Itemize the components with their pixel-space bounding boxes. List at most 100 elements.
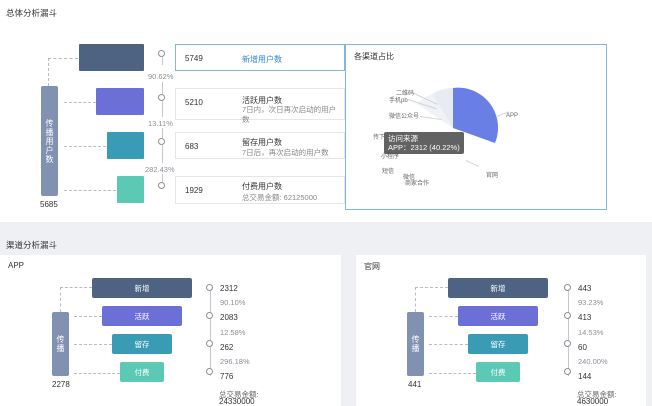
connector	[429, 373, 476, 374]
pie-label: 手机pb	[389, 98, 408, 104]
stage-label: 留存	[490, 339, 506, 349]
propagation-value: 2278	[52, 380, 70, 389]
funnel-bar-retained[interactable]	[107, 132, 144, 159]
conversion-node[interactable]	[206, 368, 213, 375]
conversion-node[interactable]	[206, 312, 213, 319]
conversion-node[interactable]	[564, 312, 571, 319]
metric-value: 1929	[185, 186, 203, 195]
channel-funnel-title: 渠道分析漏斗	[6, 240, 58, 250]
stage-new[interactable]: 新增	[448, 278, 548, 298]
stage-paid[interactable]: 付费	[476, 362, 520, 382]
conversion-node[interactable]	[158, 94, 165, 101]
stage-rate: 14.53%	[578, 328, 604, 337]
connector	[60, 287, 61, 312]
connector	[74, 316, 102, 317]
conversion-line	[162, 145, 163, 163]
conversion-node[interactable]	[158, 50, 165, 57]
conversion-node[interactable]	[158, 138, 165, 145]
stage-value: 2083	[220, 313, 238, 322]
connector	[48, 58, 49, 86]
funnel-bar-paid[interactable]	[117, 176, 144, 203]
tooltip-text: APP：2312 (40.22%)	[388, 143, 460, 152]
stage-label: 新增	[134, 283, 150, 293]
propagation-users-bar: 传播用户数	[41, 86, 58, 196]
total-value: 4630000	[577, 397, 609, 406]
pie-label: 官网	[486, 173, 499, 179]
metric-value: 5749	[185, 54, 203, 63]
stage-value: 443	[578, 284, 592, 293]
metric-value: 683	[185, 142, 199, 151]
stage-active[interactable]: 活跃	[102, 306, 182, 326]
pie-label: APP	[506, 113, 519, 119]
metric-row-paid[interactable]: 1929 付费用户数 总交易金额: 62125000	[175, 176, 345, 204]
metric-row-retained[interactable]: 683 留存用户数 7日后，再次启动的用户数	[175, 132, 345, 159]
stage-rate: 93.23%	[578, 298, 604, 307]
stage-value: 776	[220, 372, 234, 381]
conversion-node[interactable]	[564, 368, 571, 375]
overall-title: 总体分析漏斗	[6, 8, 58, 18]
stage-rate: 296.18%	[220, 357, 250, 366]
panel-title: 官网	[364, 262, 380, 271]
total-value: 24330000	[219, 397, 255, 406]
tooltip-title: 访问来源	[388, 134, 418, 143]
pie-label: 短信	[382, 169, 395, 175]
conversion-node[interactable]	[206, 284, 213, 291]
panel-title: APP	[8, 261, 25, 270]
conversion-line	[162, 128, 163, 138]
stage-value: 2312	[220, 284, 238, 293]
metric-desc: 总交易金额: 62125000	[242, 193, 318, 202]
stage-value: 262	[220, 343, 234, 352]
connector	[64, 146, 106, 147]
conversion-node[interactable]	[206, 340, 213, 347]
conversion-line	[210, 288, 211, 376]
propagation-bar: 传播	[407, 312, 424, 376]
channel-share-pie[interactable]	[345, 44, 607, 210]
metric-row-active[interactable]: 5210 活跃用户数 7日内，次日再次启动的用户数	[175, 88, 345, 124]
funnel-bar-active[interactable]	[96, 88, 144, 115]
conversion-node[interactable]	[564, 284, 571, 291]
propagation-bar: 传播	[52, 312, 69, 376]
funnel-bar-new[interactable]	[79, 44, 144, 71]
stage-label: 付费	[490, 367, 506, 377]
stage-rate: 90.10%	[220, 298, 246, 307]
metric-desc: 7日内，次日再次启动的用户数	[242, 105, 337, 124]
propagation-label: 传播	[56, 335, 65, 353]
connector	[64, 190, 116, 191]
conversion-line	[162, 174, 163, 182]
connector	[48, 58, 78, 59]
conversion-line	[162, 57, 163, 65]
stage-rate: 240.00%	[578, 357, 608, 366]
metric-row-new[interactable]: 5749 新增用户数	[175, 44, 345, 71]
stage-active[interactable]: 活跃	[458, 306, 538, 326]
connector	[415, 287, 416, 312]
stage-new[interactable]: 新增	[92, 278, 192, 298]
stage-label: 新增	[490, 283, 506, 293]
conversion-line	[162, 82, 163, 94]
pie-tooltip: 访问来源 APP：2312 (40.22%)	[384, 132, 464, 154]
propagation-users-value: 5685	[40, 200, 58, 209]
stage-value: 144	[578, 372, 592, 381]
stage-paid[interactable]: 付费	[120, 362, 164, 382]
stage-retained[interactable]: 留存	[468, 334, 528, 354]
conversion-rate: 282.43%	[145, 165, 175, 174]
metric-name: 新增用户数	[242, 55, 282, 64]
stage-rate: 12.58%	[220, 328, 246, 337]
propagation-users-label: 传播用户数	[45, 118, 54, 164]
connector	[64, 102, 96, 103]
pie-label: 商家合作	[405, 181, 430, 187]
conversion-node[interactable]	[158, 182, 165, 189]
stage-value: 413	[578, 313, 592, 322]
stage-retained[interactable]: 留存	[112, 334, 172, 354]
conversion-rate: 13.11%	[148, 119, 173, 128]
conversion-node[interactable]	[564, 340, 571, 347]
connector	[429, 316, 458, 317]
propagation-value: 441	[408, 380, 422, 389]
conversion-line	[162, 101, 163, 117]
stage-value: 60	[578, 343, 587, 352]
propagation-label: 传播	[411, 335, 420, 353]
metric-value: 5210	[185, 98, 203, 107]
metric-desc: 7日后，再次启动的用户数	[242, 148, 329, 157]
stage-label: 活跃	[490, 311, 506, 321]
metric-name: 留存用户数	[242, 138, 282, 147]
connector	[415, 287, 448, 288]
